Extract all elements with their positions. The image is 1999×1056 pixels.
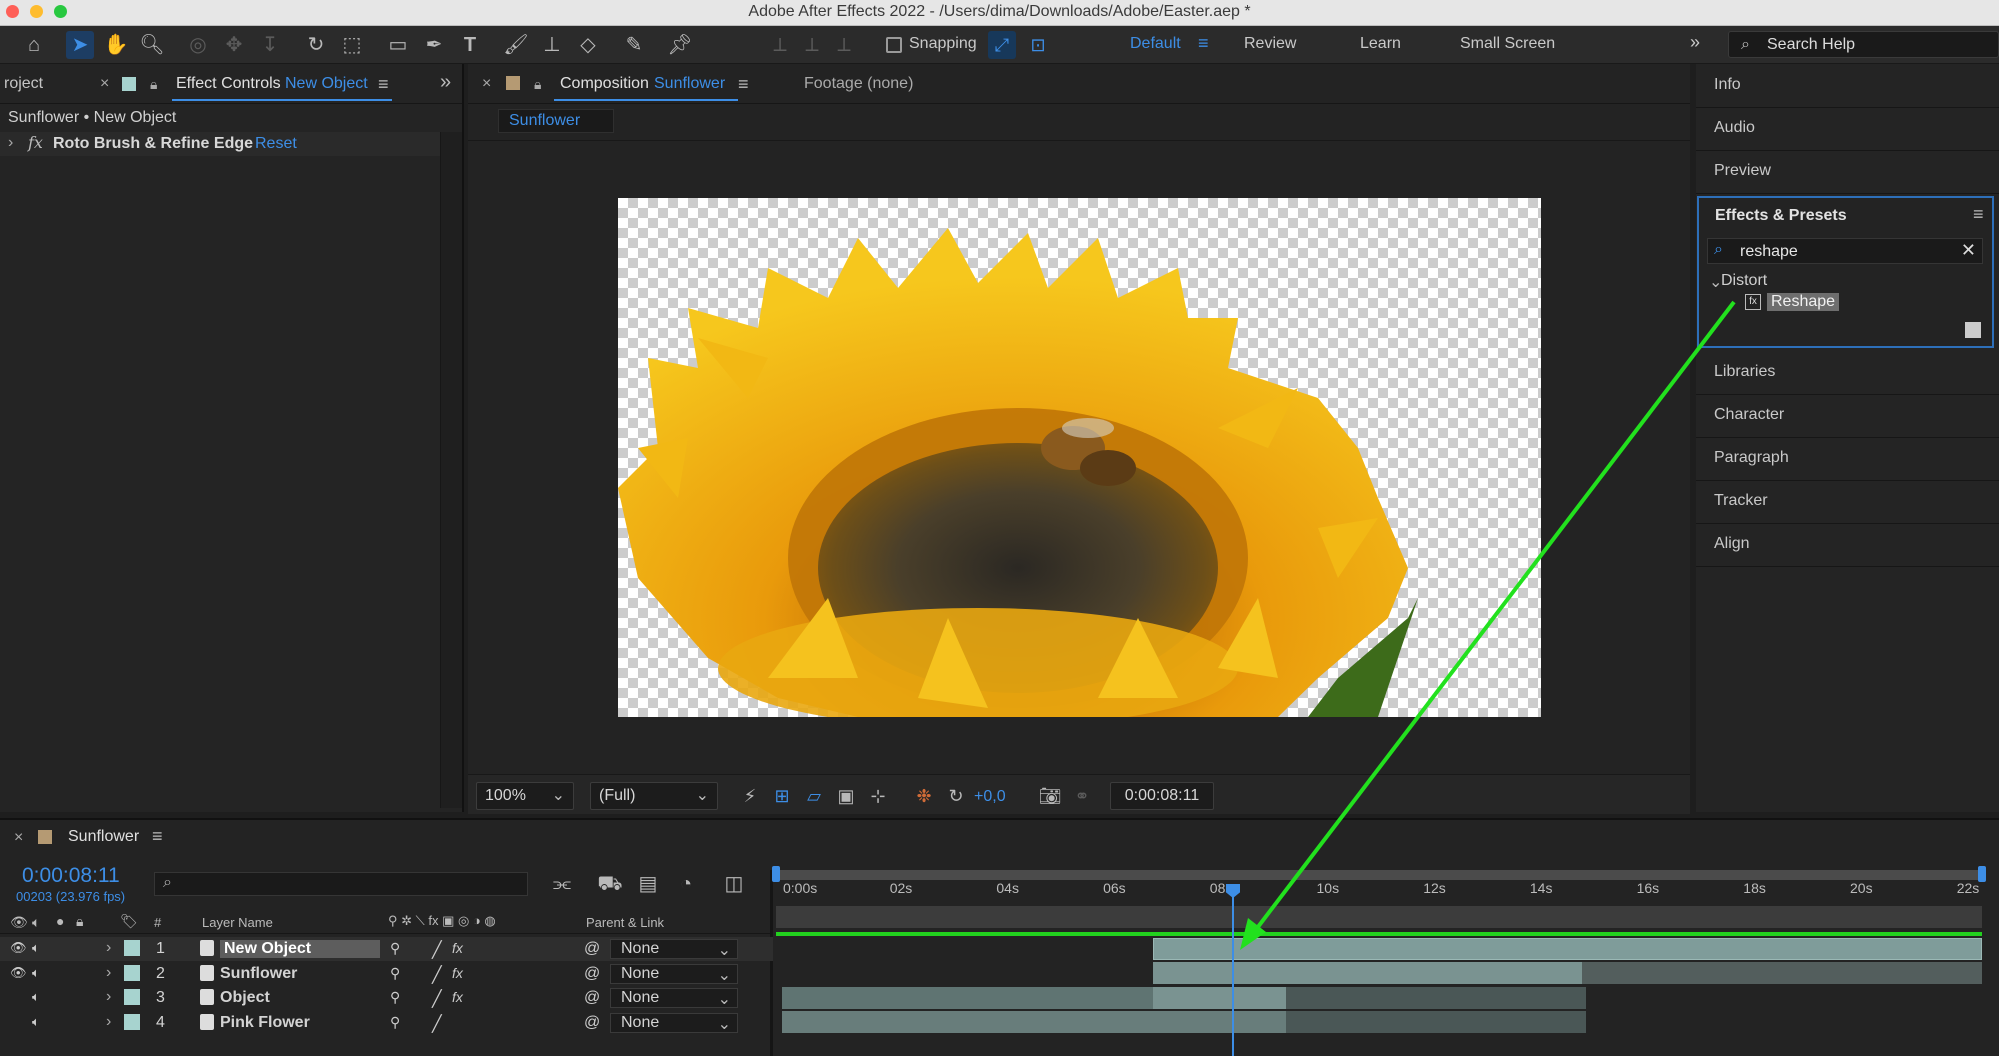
annotation-arrow-overlay [1240, 300, 1736, 950]
annotation-arrow-line [1246, 300, 1736, 942]
